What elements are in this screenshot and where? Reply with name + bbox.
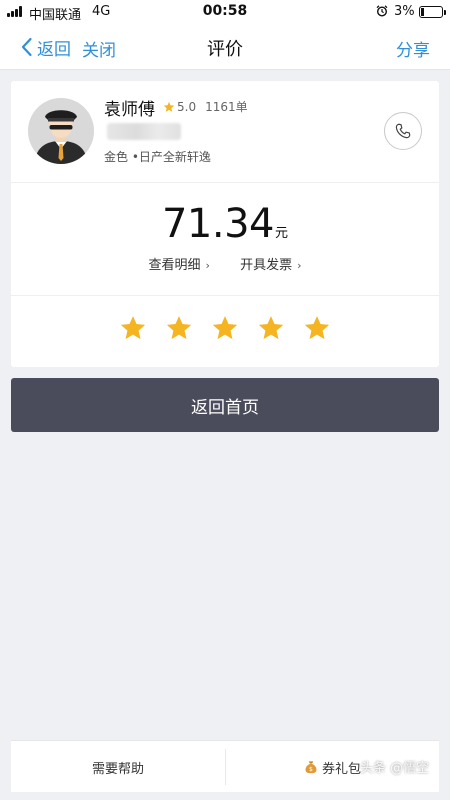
help-button[interactable]: 需要帮助 — [11, 741, 225, 793]
car-description: 金色 •日产全新轩逸 — [104, 150, 211, 164]
avatar-driver — [28, 98, 94, 164]
invoice-label: 开具发票 — [240, 258, 293, 273]
fare-links: 查看明细 › 开具发票 › — [11, 254, 439, 273]
phone-icon — [395, 123, 411, 139]
view-details-label: 查看明细 — [148, 258, 201, 273]
order-count: 1161单 — [205, 100, 248, 114]
star-icon — [163, 101, 175, 112]
status-bar: 中国联通 4G 00:58 3% — [0, 0, 450, 24]
home-button[interactable]: 返回首页 — [11, 378, 439, 432]
rating-stars — [11, 314, 439, 344]
watermark: 头条 @悟空 — [360, 761, 430, 776]
help-label: 需要帮助 — [91, 761, 144, 777]
screen: 中国联通 4G 00:58 3% 返回 关闭 评价 分享 袁师傅 5.0 116… — [0, 0, 450, 800]
fare-amount: 71.34 — [161, 201, 275, 247]
chevron-left-icon — [21, 37, 32, 57]
battery-percent: 3% — [394, 4, 415, 19]
rating-star-3-icon[interactable] — [211, 314, 239, 342]
rating-star-2-icon[interactable] — [165, 314, 193, 342]
trip-card: 袁师傅 5.0 1161单 金色 •日产全新轩逸 71.34元 查看明细 › 开具… — [11, 81, 439, 367]
close-button[interactable]: 关闭 — [82, 36, 116, 61]
invoice-link[interactable]: 开具发票 › — [240, 254, 301, 273]
divider — [11, 182, 439, 183]
back-label: 返回 — [37, 39, 71, 60]
fare-unit: 元 — [275, 226, 289, 241]
driver-rating: 5.0 1161单 — [163, 98, 248, 115]
nav-bar: 返回 关闭 评价 分享 — [0, 24, 450, 70]
money-bag-icon: $ — [305, 761, 317, 774]
rating-star-4-icon[interactable] — [257, 314, 285, 342]
battery-icon — [419, 6, 446, 18]
coupon-label: 券礼包 — [321, 761, 361, 777]
chevron-right-icon: › — [205, 259, 210, 272]
svg-text:$: $ — [309, 766, 313, 773]
call-driver-button[interactable] — [384, 112, 422, 150]
rating-value: 5.0 — [177, 99, 197, 114]
chevron-right-icon: › — [297, 259, 302, 272]
driver-name: 袁师傅 — [104, 100, 155, 120]
divider — [11, 295, 439, 296]
rating-star-5-icon[interactable] — [303, 314, 331, 342]
fare-amount-row: 71.34元 — [11, 201, 439, 247]
view-details-link[interactable]: 查看明细 › — [149, 254, 210, 273]
back-button[interactable]: 返回 — [20, 35, 71, 60]
avatar — [28, 98, 94, 164]
license-plate-blurred — [107, 123, 181, 140]
alarm-icon — [376, 5, 388, 17]
rating-star-1-icon[interactable] — [119, 314, 147, 342]
share-button[interactable]: 分享 — [396, 36, 430, 61]
